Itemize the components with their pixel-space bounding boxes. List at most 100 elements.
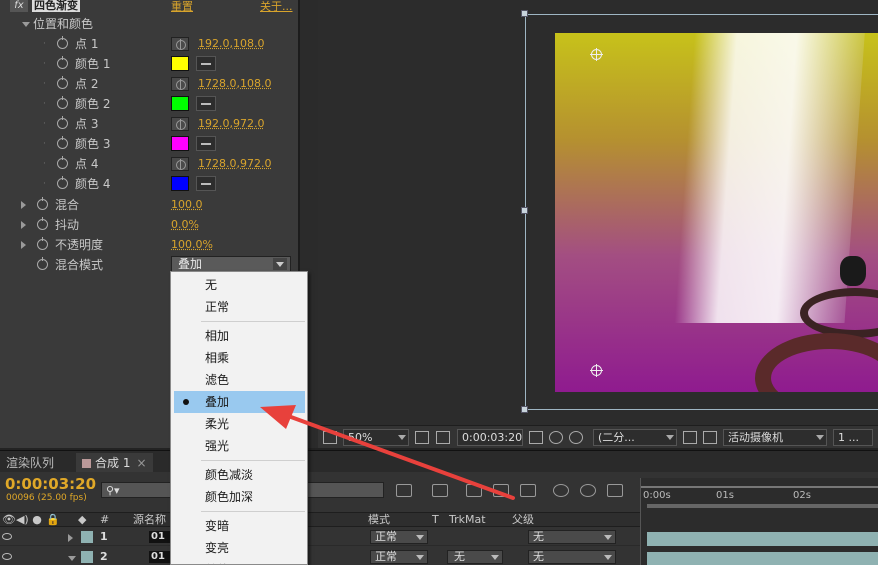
stopwatch-icon[interactable] — [57, 116, 68, 129]
stopwatch-icon[interactable] — [57, 176, 68, 189]
point-picker-icon[interactable] — [171, 77, 189, 91]
point-picker-icon[interactable] — [171, 157, 189, 171]
layer-trkmat: 无 — [454, 550, 465, 563]
stopwatch-icon[interactable] — [57, 36, 68, 49]
point-value[interactable]: 192.0,972.0 — [198, 114, 264, 134]
color-swatch[interactable] — [171, 96, 189, 111]
current-time[interactable]: 0:00:03:20 — [5, 475, 96, 493]
stopwatch-icon[interactable] — [37, 257, 48, 270]
light-streak — [674, 33, 866, 323]
menu-item[interactable]: 正常 — [171, 296, 307, 318]
opacity-value[interactable]: 100.0% — [171, 235, 213, 255]
layer-source[interactable]: 01 — [149, 531, 171, 543]
col-t: T — [432, 513, 439, 526]
transform-handle[interactable] — [521, 207, 528, 214]
twirl-open-icon[interactable] — [68, 556, 76, 561]
eyedropper-icon[interactable] — [196, 176, 216, 191]
blend-mode-dropdown[interactable]: 叠加 — [171, 256, 291, 272]
layer-row[interactable]: 1 01 正常 无 — [0, 528, 640, 546]
color-swatch[interactable] — [171, 176, 189, 191]
color-swatch[interactable] — [171, 56, 189, 71]
eye-icon[interactable] — [2, 553, 12, 560]
roi-icon[interactable] — [683, 431, 697, 444]
layer-1-duration-bar[interactable] — [647, 532, 878, 546]
layer-trkmat-dropdown[interactable]: 无 — [447, 550, 503, 564]
tab-composition[interactable]: 合成 1 × — [76, 453, 153, 473]
fx-icon[interactable]: fx — [10, 0, 28, 12]
eyedropper-icon[interactable] — [196, 136, 216, 151]
point-value[interactable]: 1728.0,108.0 — [198, 74, 271, 94]
layer-2-duration-bar[interactable] — [647, 552, 878, 565]
twirl-closed-icon[interactable] — [21, 221, 26, 229]
tree-dot: · — [43, 99, 46, 109]
menu-item[interactable]: 滤色 — [171, 369, 307, 391]
time-ruler[interactable]: 0:00s 01s 02s — [640, 478, 878, 565]
menu-item[interactable]: 变亮 — [171, 537, 307, 559]
camera-icon[interactable] — [529, 431, 543, 444]
stopwatch-icon[interactable] — [57, 76, 68, 89]
layer-parent-dropdown[interactable]: 无 — [528, 550, 616, 564]
menu-item[interactable]: 变暗 — [171, 515, 307, 537]
eyedropper-icon[interactable] — [196, 96, 216, 111]
twirl-open-icon[interactable] — [22, 22, 30, 27]
effect-name[interactable]: 四色渐变 — [32, 0, 80, 12]
layer-mode-dropdown[interactable]: 正常 — [370, 530, 428, 544]
group-position-color[interactable]: 位置和颜色 — [0, 14, 298, 34]
gradient-point-3-crosshair-icon[interactable] — [590, 364, 603, 377]
lock-icon: 🔒 — [46, 513, 60, 526]
stopwatch-icon[interactable] — [57, 156, 68, 169]
twirl-closed-icon[interactable] — [68, 534, 73, 542]
eyedropper-icon[interactable] — [196, 56, 216, 71]
resolution-dropdown[interactable]: (二分... — [593, 429, 677, 446]
twirl-closed-icon[interactable] — [21, 201, 26, 209]
color-channels-icon[interactable] — [569, 431, 583, 444]
graph-editor-icon[interactable] — [553, 484, 569, 497]
tab-render-queue[interactable]: 渲染队列 — [0, 453, 60, 473]
layer-row[interactable]: 2 01 正常 无 无 — [0, 548, 640, 565]
views-dropdown[interactable]: 1 ... — [833, 429, 873, 446]
color-swatch[interactable] — [171, 136, 189, 151]
stopwatch-icon[interactable] — [37, 237, 48, 250]
stopwatch-icon[interactable] — [37, 217, 48, 230]
blend-value[interactable]: 100.0 — [171, 195, 203, 215]
point-value[interactable]: 1728.0,972.0 — [198, 154, 271, 174]
tree-dot: · — [43, 79, 46, 89]
eye-icon[interactable] — [2, 533, 12, 540]
stopwatch-icon[interactable] — [57, 136, 68, 149]
menu-item[interactable]: 相加 — [171, 325, 307, 347]
camera-dropdown[interactable]: 活动摄像机 — [723, 429, 827, 446]
stopwatch-icon[interactable] — [57, 96, 68, 109]
menu-item[interactable]: 相乘 — [171, 347, 307, 369]
brainstorm-icon[interactable] — [607, 484, 623, 497]
transform-handle[interactable] — [521, 406, 528, 413]
point-picker-icon[interactable] — [171, 117, 189, 131]
work-area-bar[interactable] — [641, 478, 878, 488]
layer-parent-dropdown[interactable]: 无 — [528, 530, 616, 544]
time-navigator[interactable] — [647, 504, 878, 508]
transparency-grid-icon[interactable] — [703, 431, 717, 444]
menu-item[interactable]: 差值 — [171, 559, 307, 564]
col-source-name[interactable]: 源名称 — [133, 513, 166, 526]
motion-blur-icon[interactable] — [520, 484, 536, 497]
jitter-value[interactable]: 0.0% — [171, 215, 199, 235]
point-picker-icon[interactable] — [171, 37, 189, 51]
stopwatch-icon[interactable] — [37, 197, 48, 210]
gradient-point-1-crosshair-icon[interactable] — [590, 48, 603, 61]
layer-source[interactable]: 01 — [149, 551, 171, 563]
transform-handle[interactable] — [521, 10, 528, 17]
views-value: 1 ... — [838, 431, 859, 444]
close-icon[interactable]: × — [136, 456, 146, 470]
label-color-swatch[interactable] — [81, 551, 93, 563]
chevron-down-icon — [666, 435, 674, 440]
reset-link[interactable]: 重置 — [171, 0, 193, 14]
layer-mode-dropdown[interactable]: 正常 — [370, 550, 428, 564]
stopwatch-icon[interactable] — [57, 56, 68, 69]
twirl-closed-icon[interactable] — [21, 241, 26, 249]
point-value[interactable]: 192.0,108.0 — [198, 34, 264, 54]
menu-item[interactable]: 无 — [171, 274, 307, 296]
channel-icon[interactable] — [549, 431, 563, 444]
stopwatch-toggle-icon[interactable] — [580, 484, 596, 497]
label-color-swatch[interactable] — [81, 531, 93, 543]
chevron-down-icon — [416, 555, 424, 560]
about-link[interactable]: 关于... — [260, 0, 293, 14]
